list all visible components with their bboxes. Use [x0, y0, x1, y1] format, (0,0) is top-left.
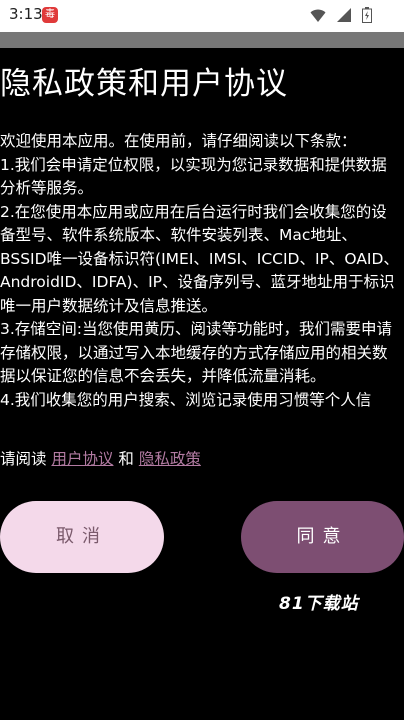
background-overlay — [0, 32, 404, 48]
signal-icon — [336, 8, 351, 22]
status-icons — [305, 7, 372, 25]
terms-text[interactable]: 欢迎使用本应用。在使用前，请仔细阅读以下条款： 1.我们会申请定位权限，以实现为… — [0, 130, 400, 426]
bottom-strip — [0, 706, 404, 720]
terms-paragraph: 4.我们收集您的用户搜索、浏览记录使用习惯等个人信 — [0, 390, 372, 409]
terms-paragraph: 1.我们会申请定位权限，以实现为您记录数据和提供数据分析等服务。 — [0, 155, 387, 198]
watermark: 81下载站 — [279, 594, 359, 614]
dialog-title: 隐私政策和用户协议 — [0, 66, 288, 102]
status-time: 3:13 — [9, 5, 43, 23]
agreement-prefix: 请阅读 — [0, 450, 52, 468]
agreement-and: 和 — [113, 450, 139, 468]
user-agreement-link[interactable]: 用户协议 — [51, 450, 113, 468]
agree-button[interactable]: 同意 — [241, 501, 404, 573]
agreement-line: 请阅读 用户协议 和 隐私政策 — [0, 447, 201, 469]
status-bar: 3:13 毒 — [0, 0, 404, 32]
terms-paragraph: 2.在您使用本应用或应用在后台运行时我们会收集您的设备型号、软件系统版本、软件安… — [0, 202, 399, 315]
app-notification-icon: 毒 — [42, 7, 58, 23]
terms-paragraph: 3.存储空间:当您使用黄历、阅读等功能时，我们需要申请存储权限，以通过写入本地缓… — [0, 320, 393, 385]
battery-icon — [362, 7, 372, 23]
cancel-button[interactable]: 取消 — [0, 501, 164, 573]
wifi-icon — [310, 9, 326, 22]
terms-paragraph: 欢迎使用本应用。在使用前，请仔细阅读以下条款： — [0, 132, 357, 150]
privacy-policy-link[interactable]: 隐私政策 — [139, 450, 201, 468]
